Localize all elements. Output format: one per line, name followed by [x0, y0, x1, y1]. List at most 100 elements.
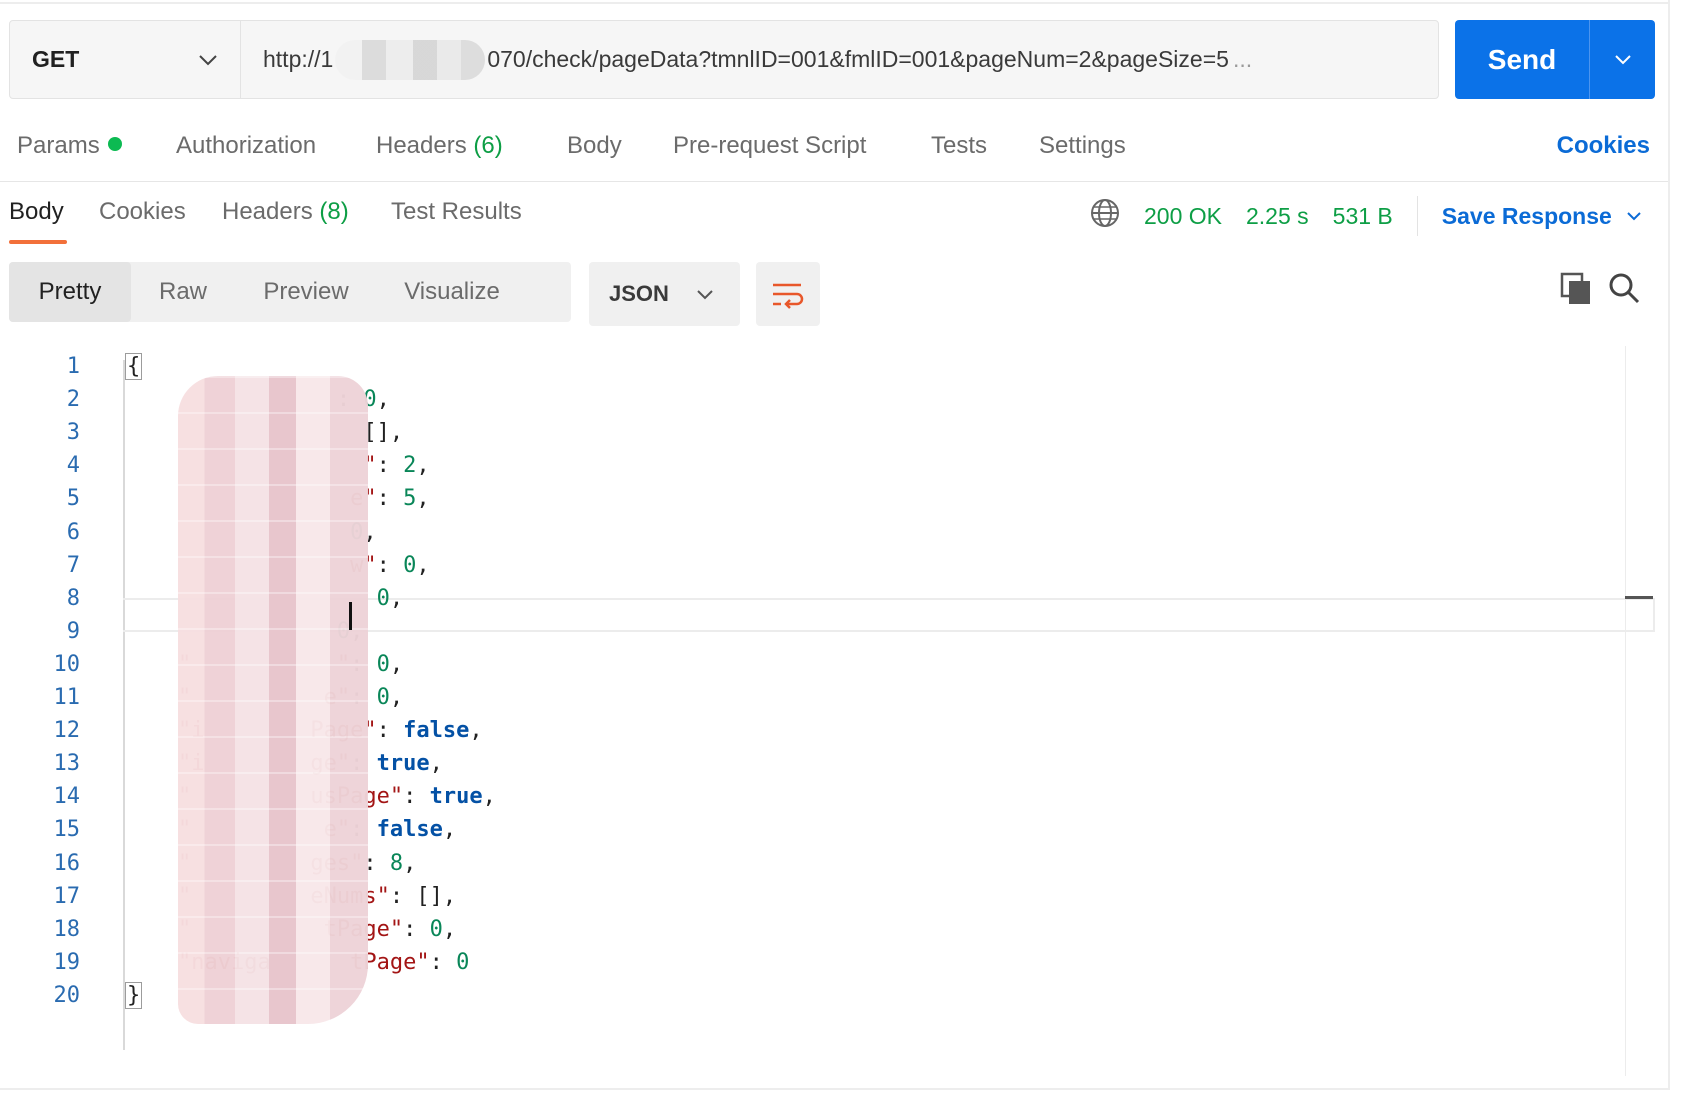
send-dropdown-button[interactable] — [1590, 20, 1655, 99]
code-line: } — [125, 981, 143, 1009]
tab-tests[interactable]: Tests — [931, 132, 987, 160]
view-raw-button[interactable]: Raw — [131, 262, 235, 322]
tab-headers[interactable]: Headers (6) — [376, 132, 503, 160]
send-button-group: Send — [1455, 20, 1655, 99]
code-token: : — [376, 486, 404, 512]
chevron-down-icon — [1627, 212, 1641, 221]
code-token: 0 — [403, 552, 417, 578]
save-response-label: Save Response — [1441, 202, 1612, 229]
wrap-lines-icon — [773, 283, 804, 309]
tab-authorization[interactable]: Authorization — [176, 132, 316, 160]
code-token: : — [389, 883, 417, 909]
view-visualize-button[interactable]: Visualize — [377, 262, 527, 322]
line-number: 3 — [66, 420, 80, 446]
tab-headers-label: Headers — [376, 132, 467, 159]
code-token: , — [376, 387, 390, 413]
code-token: false — [376, 817, 443, 843]
line-number: 18 — [53, 916, 81, 942]
response-status: 200 OK 2.25 s 531 B Save Response — [1090, 196, 1642, 236]
code-token: 0 — [376, 585, 390, 611]
line-number: 15 — [53, 817, 81, 843]
code-token: [] — [416, 883, 443, 909]
format-label: JSON — [609, 281, 669, 306]
view-mode-switch: Pretty Raw Preview Visualize — [9, 262, 571, 322]
line-number: 11 — [53, 685, 81, 710]
tab-headers-count: (6) — [473, 132, 503, 159]
status-code[interactable]: 200 OK — [1144, 203, 1222, 230]
code-token: , — [442, 883, 457, 909]
code-token: 0 — [456, 949, 470, 975]
copy-icon[interactable] — [1560, 272, 1592, 306]
code-token: 5 — [403, 486, 417, 512]
search-icon[interactable] — [1608, 272, 1640, 304]
text-caret — [349, 602, 352, 630]
tab-response-headers[interactable]: Headers (8) — [222, 198, 349, 226]
url-prefix: http://1 — [263, 46, 334, 72]
code-token: : — [403, 916, 430, 942]
code-token: true — [429, 784, 483, 810]
redacted-host — [335, 39, 486, 80]
json-brace: } — [125, 981, 143, 1009]
tab-settings[interactable]: Settings — [1039, 132, 1126, 160]
tab-body[interactable]: Body — [567, 132, 622, 160]
line-number: 17 — [53, 883, 81, 909]
code-token: , — [469, 718, 483, 744]
code-token: 2 — [403, 453, 417, 479]
code-token: , — [389, 651, 404, 677]
code-token: : — [403, 784, 430, 810]
panel-bottom-border — [0, 1088, 1670, 1090]
code-token: 8 — [389, 850, 404, 876]
request-tabs: Params Authorization Headers (6) Body Pr… — [0, 122, 1670, 182]
code-token: , — [429, 751, 443, 777]
line-number: 10 — [53, 651, 81, 677]
response-time[interactable]: 2.25 s — [1246, 203, 1309, 230]
format-select[interactable]: JSON — [589, 262, 740, 326]
line-number: 8 — [66, 585, 80, 611]
tab-test-results[interactable]: Test Results — [391, 198, 522, 226]
line-number: 20 — [53, 982, 81, 1008]
code-token: 0 — [429, 916, 443, 942]
response-size[interactable]: 531 B — [1333, 203, 1393, 230]
url-input[interactable]: http://1 070/check/pageData?tmnlID=001&f… — [241, 21, 1438, 98]
line-number: 2 — [66, 387, 80, 413]
chevron-down-icon — [697, 289, 713, 299]
tab-params[interactable]: Params — [17, 132, 122, 160]
code-token: : — [376, 552, 404, 578]
view-preview-button[interactable]: Preview — [235, 262, 377, 322]
view-pretty-button[interactable]: Pretty — [9, 262, 131, 322]
code-token: : — [376, 718, 404, 744]
code-token: true — [376, 751, 430, 777]
divider — [1416, 196, 1418, 236]
code-token: , — [442, 817, 457, 843]
redacted-keys — [178, 376, 368, 1024]
line-number: 14 — [53, 784, 81, 810]
code-token: , — [389, 685, 404, 710]
code-line: { — [125, 353, 143, 380]
url-suffix: 070/check/pageData?tmnlID=001&fmlID=001&… — [487, 46, 1229, 72]
tab-response-cookies[interactable]: Cookies — [99, 198, 186, 226]
line-number: 1 — [66, 354, 80, 379]
editor-scrollbar[interactable] — [1625, 346, 1655, 1076]
save-response-button[interactable]: Save Response — [1442, 203, 1642, 230]
line-number: 13 — [53, 751, 81, 777]
method-select[interactable]: GET — [10, 21, 241, 98]
scrollbar-marker — [1625, 596, 1653, 599]
line-number: 6 — [66, 519, 80, 545]
tab-prerequest-script[interactable]: Pre-request Script — [673, 132, 866, 160]
cookies-link[interactable]: Cookies — [1557, 132, 1650, 160]
line-number: 16 — [53, 850, 81, 876]
code-token: , — [416, 552, 430, 578]
globe-icon[interactable] — [1090, 198, 1120, 234]
code-token: 0 — [376, 685, 390, 710]
line-number: 5 — [66, 486, 80, 512]
tab-response-body[interactable]: Body — [9, 198, 64, 226]
response-body-editor[interactable]: 1234567891011121314151617181920 { : 0, [… — [0, 346, 1660, 1076]
code-token: , — [389, 420, 404, 446]
green-dot-icon — [107, 137, 122, 151]
send-button[interactable]: Send — [1455, 20, 1590, 99]
code-token: , — [416, 486, 430, 512]
wrap-lines-button[interactable] — [756, 262, 820, 326]
line-number: 7 — [66, 552, 80, 578]
code-token: , — [482, 784, 496, 810]
code-token: , — [389, 585, 404, 611]
